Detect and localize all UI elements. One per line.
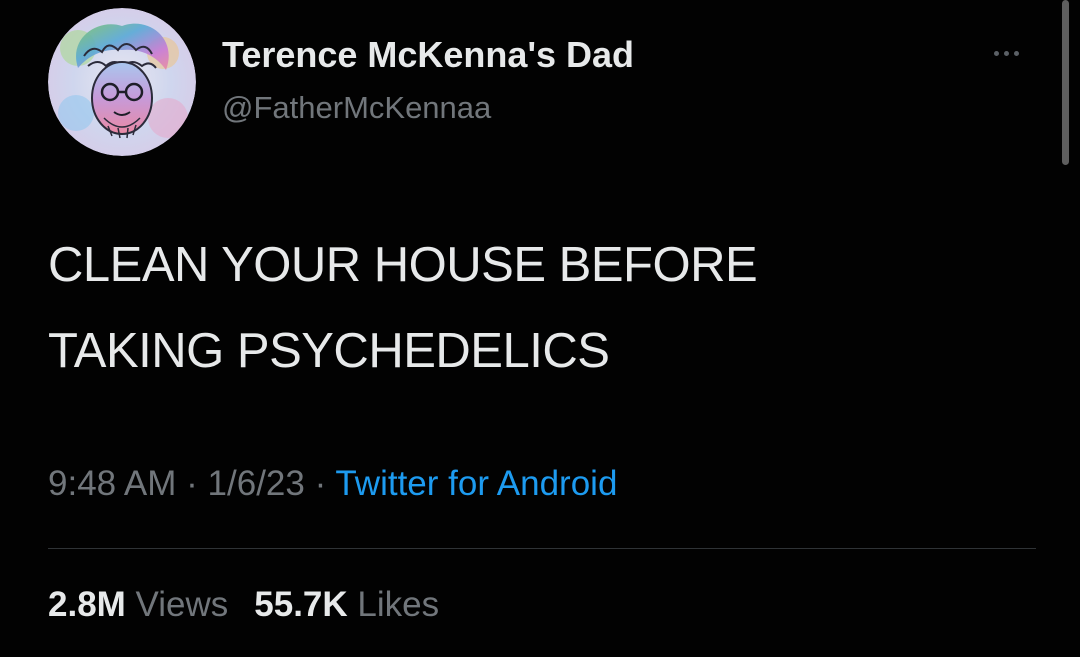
views-count: 2.8M: [48, 585, 126, 624]
tweet-time[interactable]: 9:48 AM: [48, 464, 176, 503]
tweet-text-line: CLEAN YOUR HOUSE BEFORE: [48, 238, 758, 292]
tweet-stats: 2.8M Views 55.7K Likes: [48, 585, 439, 625]
more-dot: [993, 50, 999, 56]
likes-stat[interactable]: 55.7K Likes: [254, 585, 439, 624]
more-horizontal-icon[interactable]: [982, 38, 1030, 68]
tweet-card: Terence McKenna's Dad @FatherMcKennaa CL…: [0, 0, 1080, 657]
author-avatar[interactable]: [48, 8, 196, 156]
more-dot: [1003, 50, 1009, 56]
scrollbar[interactable]: [1062, 0, 1069, 165]
more-dot: [1013, 50, 1019, 56]
tweet-text-line: TAKING PSYCHEDELICS: [48, 324, 610, 378]
tweet-source-link[interactable]: Twitter for Android: [335, 464, 617, 503]
views-label: Views: [135, 585, 229, 624]
author-handle[interactable]: @FatherMcKennaa: [222, 90, 491, 126]
tweet-text: CLEAN YOUR HOUSE BEFORE TAKING PSYCHEDEL…: [48, 222, 1008, 394]
likes-count: 55.7K: [254, 585, 348, 624]
tweet-metadata: 9:48 AM · 1/6/23 · Twitter for Android: [48, 464, 617, 504]
divider: [48, 548, 1036, 549]
psychedelic-portrait-avatar-icon: [48, 8, 196, 156]
likes-label: Likes: [357, 585, 440, 624]
author-display-name[interactable]: Terence McKenna's Dad: [222, 34, 634, 76]
meta-separator: ·: [314, 464, 327, 503]
meta-separator: ·: [186, 464, 198, 503]
tweet-date[interactable]: 1/6/23: [208, 464, 305, 503]
views-stat[interactable]: 2.8M Views: [48, 585, 228, 624]
